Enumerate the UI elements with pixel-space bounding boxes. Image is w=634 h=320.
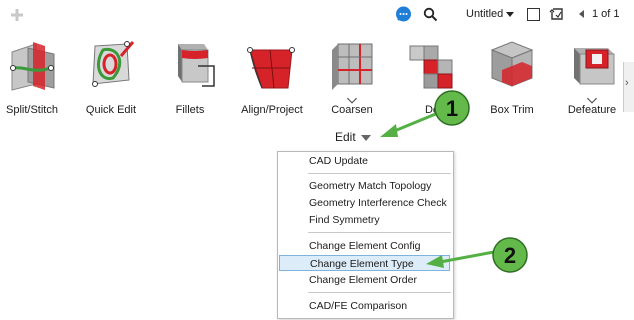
menu-item-cad-fe-comparison[interactable]: CAD/FE Comparison bbox=[278, 298, 451, 314]
ribbon-toolbar: Split/Stitch Quick Edit Fillets Align/Pr… bbox=[0, 34, 634, 124]
document-name-dropdown[interactable]: Untitled bbox=[466, 8, 515, 20]
menu-separator bbox=[308, 232, 451, 233]
menu-item-change-element-order[interactable]: Change Element Order bbox=[278, 272, 451, 288]
tool-label: Box Trim bbox=[490, 104, 534, 116]
defeature-icon bbox=[574, 48, 615, 85]
quick-edit-icon bbox=[92, 41, 135, 87]
menu-separator bbox=[308, 292, 451, 293]
tool-coarsen[interactable]: Coarsen bbox=[312, 34, 392, 124]
fillets-icon bbox=[178, 44, 215, 87]
previous-page-icon[interactable] bbox=[579, 10, 584, 18]
edit-menu-button[interactable]: Edit bbox=[335, 130, 356, 144]
tool-label: Split/Stitch bbox=[6, 104, 58, 116]
badge-2-number: 2 bbox=[504, 243, 516, 268]
edit-dropdown-caret-icon[interactable] bbox=[361, 135, 371, 141]
tool-de[interactable]: De bbox=[392, 34, 472, 124]
align-project-icon bbox=[247, 47, 295, 89]
chevron-right-icon: › bbox=[625, 77, 629, 89]
menu-item-geometry-match-topology[interactable]: Geometry Match Topology bbox=[278, 178, 451, 194]
tool-label: Coarsen bbox=[331, 104, 373, 116]
menu-separator bbox=[308, 173, 451, 174]
tool-defeature[interactable]: Defeature bbox=[552, 34, 632, 124]
box-trim-icon bbox=[490, 41, 534, 87]
coarsen-icon bbox=[332, 43, 373, 90]
menu-item-cad-update[interactable]: CAD Update bbox=[278, 153, 451, 169]
menu-item-find-symmetry[interactable]: Find Symmetry bbox=[278, 212, 451, 228]
chevron-down-icon bbox=[506, 11, 515, 17]
annotation-badge-2: 2 bbox=[492, 237, 528, 273]
split-stitch-icon bbox=[10, 42, 55, 91]
tool-fillets[interactable]: Fillets bbox=[150, 34, 230, 124]
tool-align-project[interactable]: Align/Project bbox=[232, 34, 312, 124]
tool-split-stitch[interactable]: Split/Stitch bbox=[0, 34, 72, 124]
refresh-icon[interactable] bbox=[549, 6, 565, 22]
chat-icon[interactable] bbox=[395, 6, 412, 23]
tool-label: Fillets bbox=[175, 104, 205, 116]
chevron-down-icon bbox=[587, 93, 597, 104]
chevron-down-icon bbox=[347, 93, 357, 104]
document-name: Untitled bbox=[466, 8, 504, 20]
tool-label: De bbox=[424, 104, 440, 116]
tool-label: Defeature bbox=[567, 104, 617, 116]
ribbon-scroll-right[interactable]: › bbox=[623, 62, 634, 112]
tool-label: Quick Edit bbox=[85, 104, 137, 116]
search-icon[interactable] bbox=[423, 7, 438, 22]
tool-label: Align/Project bbox=[241, 104, 303, 116]
de-icon bbox=[409, 45, 453, 89]
menu-item-change-element-config[interactable]: Change Element Config bbox=[278, 238, 451, 254]
plus-icon[interactable] bbox=[10, 8, 24, 22]
window-square-icon[interactable] bbox=[527, 8, 540, 21]
tool-box-trim[interactable]: Box Trim bbox=[472, 34, 552, 124]
menu-item-change-element-type[interactable]: Change Element Type bbox=[279, 255, 450, 271]
top-toolbar: Untitled 1 of 1 bbox=[0, 0, 634, 30]
menu-item-geometry-interference-check[interactable]: Geometry Interference Check bbox=[278, 195, 451, 211]
edit-dropdown-menu: CAD Update Geometry Match Topology Geome… bbox=[277, 151, 454, 319]
tool-quick-edit[interactable]: Quick Edit bbox=[71, 34, 151, 124]
page-indicator: 1 of 1 bbox=[592, 8, 620, 20]
